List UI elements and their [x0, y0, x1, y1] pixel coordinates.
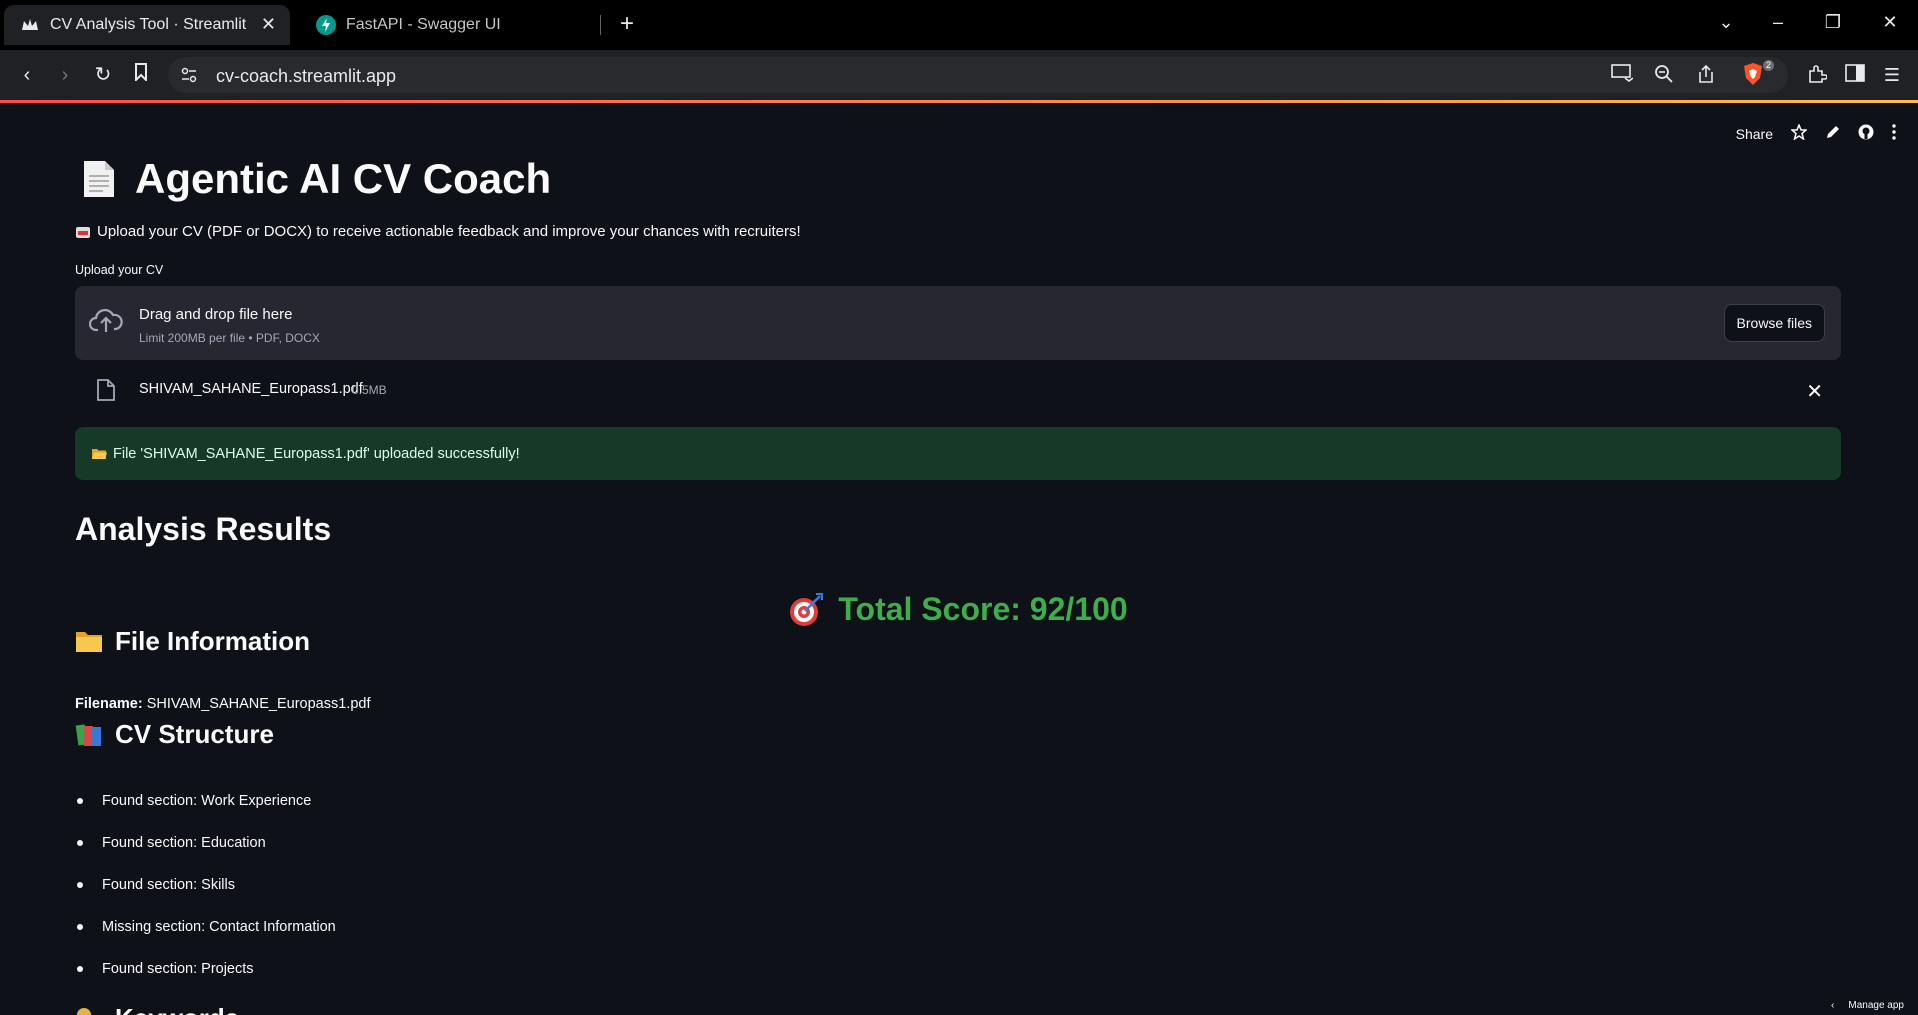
- close-window-icon[interactable]: ✕: [1878, 12, 1902, 33]
- page-title-text: Agentic AI CV Coach: [135, 155, 552, 202]
- extensions-icon[interactable]: [1805, 64, 1829, 88]
- upload-success-alert: File 'SHIVAM_SAHANE_Europass1.pdf' uploa…: [75, 427, 1841, 480]
- filename-label: Filename:: [75, 696, 143, 712]
- list-item: Found section: Work Experience: [75, 791, 336, 833]
- share-page-icon[interactable]: [1694, 64, 1718, 88]
- list-item: Missing section: Contact Information: [75, 917, 336, 959]
- tab-title: CV Analysis Tool · Streamlit: [50, 16, 247, 33]
- fastapi-icon: [316, 15, 336, 35]
- target-emoji-icon: [788, 592, 824, 628]
- tab-separator: [600, 15, 601, 35]
- subtitle-text: Upload your CV (PDF or DOCX) to receive …: [97, 223, 801, 240]
- cloud-upload-icon: [88, 306, 123, 334]
- page-subtitle: Upload your CV (PDF or DOCX) to receive …: [75, 223, 801, 240]
- cv-structure-heading-text: CV Structure: [115, 719, 274, 749]
- streamlit-decoration-bar: [0, 100, 1918, 103]
- minimize-icon[interactable]: –: [1766, 12, 1790, 33]
- app-header-toolbar: Share: [1736, 122, 1896, 143]
- address-bar[interactable]: cv-coach.streamlit.app: [168, 57, 1788, 93]
- folder-emoji-icon: [75, 629, 103, 655]
- bookmark-icon[interactable]: [128, 63, 154, 89]
- books-emoji-icon: [75, 722, 103, 748]
- tab-fastapi[interactable]: FastAPI - Swagger UI: [310, 5, 600, 45]
- file-information-row: Filename: SHIVAM_SAHANE_Europass1.pdf: [75, 696, 371, 712]
- chevron-left-icon[interactable]: ‹: [1831, 1000, 1834, 1011]
- site-settings-icon[interactable]: [180, 66, 198, 84]
- open-folder-emoji-icon: [91, 447, 107, 460]
- dropzone-title: Drag and drop file here: [139, 306, 293, 323]
- file-dropzone[interactable]: Drag and drop file here Limit 200MB per …: [75, 286, 1841, 360]
- filename-value: SHIVAM_SAHANE_Europass1.pdf: [146, 696, 371, 712]
- list-item: Found section: Education: [75, 833, 336, 875]
- star-icon[interactable]: [1790, 122, 1808, 143]
- github-icon[interactable]: [1858, 124, 1874, 143]
- forward-icon[interactable]: ›: [52, 63, 78, 89]
- browser-toolbar: ‹ › ↻ cv-coach.streamlit.app 2 ☰: [0, 50, 1918, 100]
- tab-cv-analysis[interactable]: CV Analysis Tool · Streamlit ✕: [4, 5, 290, 45]
- cast-icon[interactable]: [1610, 64, 1634, 88]
- manage-app-label[interactable]: Manage app: [1848, 1000, 1904, 1011]
- keywords-heading-text: Keywords: [115, 1003, 239, 1015]
- manage-app-bar[interactable]: ‹ Manage app: [1831, 1000, 1904, 1011]
- restore-icon[interactable]: ❐: [1821, 12, 1845, 33]
- uploaded-file-size: 0.5MB: [352, 383, 387, 397]
- browser-tabstrip: CV Analysis Tool · Streamlit ✕ FastAPI -…: [0, 0, 1918, 50]
- cv-structure-list: Found section: Work Experience Found sec…: [75, 791, 336, 1001]
- key-emoji-icon: [75, 1006, 103, 1015]
- inbox-emoji-icon: [75, 225, 91, 239]
- tab-title: FastAPI - Swagger UI: [346, 16, 501, 33]
- list-item: Found section: Skills: [75, 875, 336, 917]
- more-options-icon[interactable]: [1892, 124, 1896, 143]
- file-information-heading-text: File Information: [115, 626, 310, 656]
- analysis-results-heading: Analysis Results: [75, 511, 332, 547]
- uploaded-file-row: SHIVAM_SAHANE_Europass1.pdf 0.5MB ✕: [75, 373, 1841, 413]
- file-information-heading: File Information: [75, 626, 310, 657]
- upload-label: Upload your CV: [75, 263, 164, 277]
- cv-structure-heading: CV Structure: [75, 719, 274, 750]
- new-tab-button[interactable]: +: [612, 10, 642, 40]
- back-icon[interactable]: ‹: [14, 63, 40, 89]
- url-text: cv-coach.streamlit.app: [216, 66, 397, 86]
- share-button[interactable]: Share: [1736, 126, 1773, 142]
- document-emoji-icon: [83, 160, 115, 198]
- streamlit-crown-icon: [20, 15, 40, 35]
- total-score: Total Score: 92/100: [75, 591, 1841, 628]
- close-tab-icon[interactable]: ✕: [261, 14, 276, 35]
- edit-pencil-icon[interactable]: [1825, 125, 1840, 143]
- browse-files-button[interactable]: Browse files: [1723, 304, 1825, 342]
- menu-icon[interactable]: ☰: [1880, 64, 1904, 88]
- file-icon: [97, 379, 115, 401]
- remove-file-icon[interactable]: ✕: [1806, 379, 1823, 404]
- reload-icon[interactable]: ↻: [90, 63, 116, 89]
- brave-shields-icon[interactable]: 2: [1742, 60, 1774, 88]
- dropzone-limit: Limit 200MB per file • PDF, DOCX: [139, 331, 320, 345]
- keywords-heading: Keywords: [75, 1003, 239, 1015]
- tab-search-chevron-icon[interactable]: ⌄: [1714, 12, 1738, 33]
- success-text: File 'SHIVAM_SAHANE_Europass1.pdf' uploa…: [113, 445, 520, 462]
- total-score-text: Total Score: 92/100: [838, 591, 1128, 627]
- sidebar-toggle-icon[interactable]: [1843, 64, 1867, 88]
- page-title: Agentic AI CV Coach: [83, 155, 551, 203]
- brave-badge: 2: [1762, 60, 1774, 71]
- zoom-icon[interactable]: [1652, 64, 1676, 88]
- list-item: Found section: Projects: [75, 959, 336, 1001]
- uploaded-file-name: SHIVAM_SAHANE_Europass1.pdf: [139, 381, 363, 397]
